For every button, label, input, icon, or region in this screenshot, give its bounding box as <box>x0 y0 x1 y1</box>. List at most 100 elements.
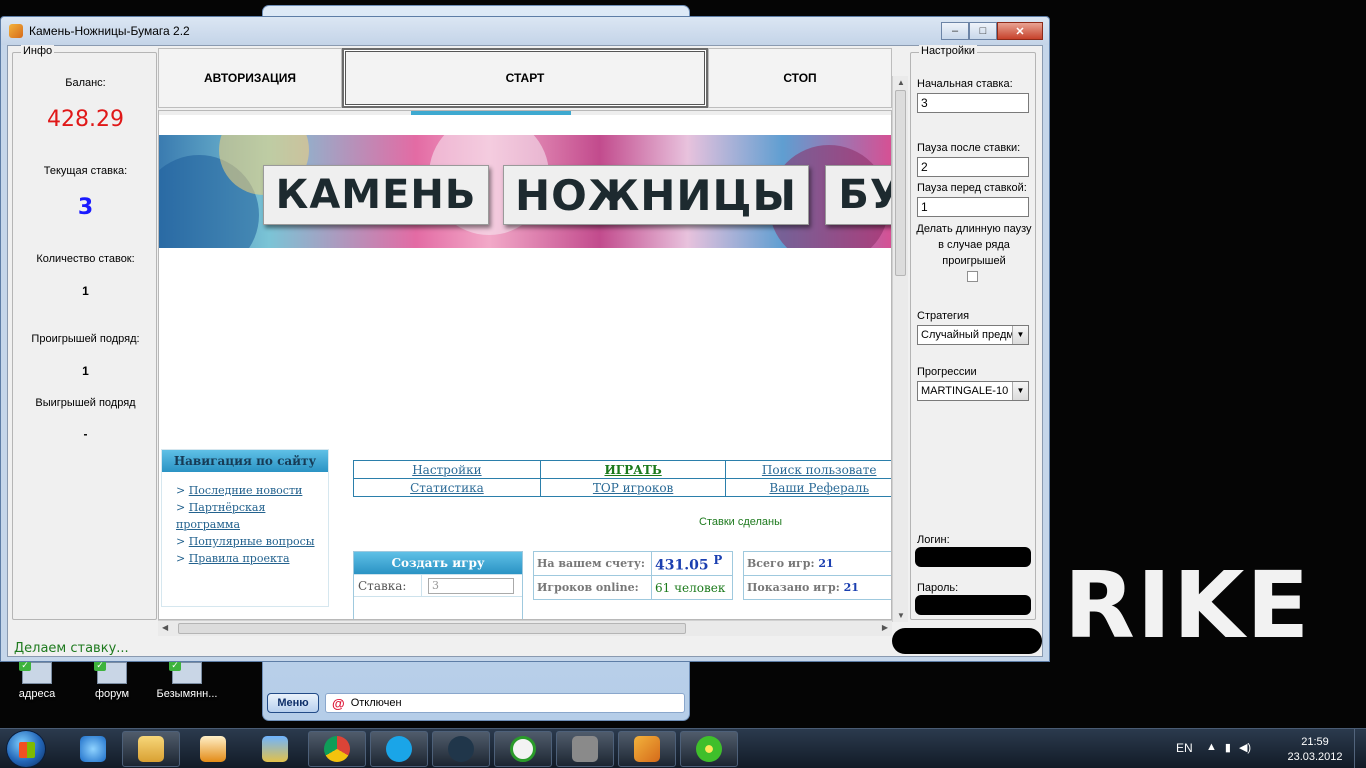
web-browser[interactable]: КАМЕНЬ НОЖНИЦЫ БУ Навигация по сайту > П… <box>158 110 892 620</box>
page-tabline <box>159 111 891 115</box>
nav-link-rules[interactable]: Правила проекта <box>189 552 290 565</box>
minimize-button[interactable]: – <box>941 22 969 40</box>
messenger-status-text: Отключен <box>350 697 402 709</box>
shown-games-cell: Показано игр: 21 <box>743 575 891 600</box>
clock[interactable]: 21:59 23.03.2012 <box>1280 735 1350 765</box>
online-players-value: 61 человек <box>651 575 733 600</box>
taskbar-paint[interactable] <box>246 731 304 767</box>
chrome-icon <box>324 736 350 762</box>
skype-icon <box>386 736 412 762</box>
nav-link-partner[interactable]: Партнёрская программа <box>176 501 265 531</box>
desktop-icon-untitled[interactable]: ✓ Безымянн... <box>152 659 222 700</box>
nav-link-faq[interactable]: Популярные вопросы <box>189 535 315 548</box>
taskbar-media[interactable] <box>184 731 242 767</box>
account-table: На вашем счету: 431.05 Р Игроков online:… <box>533 551 733 600</box>
menu-link-settings[interactable]: Настройки <box>412 463 481 477</box>
taskbar-icq[interactable] <box>680 731 738 767</box>
create-game-row: Ставка: 3 <box>354 574 522 597</box>
start-button[interactable]: СТАРТ <box>342 48 708 108</box>
scroll-down-icon[interactable]: ▼ <box>897 611 905 620</box>
windows-logo-icon <box>19 742 35 758</box>
taskbar-counter-strike[interactable] <box>556 731 614 767</box>
scroll-thumb[interactable] <box>895 90 906 276</box>
nav-item: > Популярные вопросы <box>176 535 315 548</box>
scroll-thumb[interactable] <box>178 623 686 634</box>
stop-button[interactable]: СТОП <box>708 48 892 108</box>
start-button[interactable] <box>6 730 46 768</box>
taskbar-explorer[interactable] <box>122 731 180 767</box>
internet-explorer-icon <box>80 736 106 762</box>
tray-up-arrow-icon[interactable]: ▲ <box>1206 741 1217 754</box>
progression-label: Прогрессии <box>917 366 977 378</box>
show-desktop-button[interactable] <box>1354 729 1366 768</box>
auth-button[interactable]: АВТОРИЗАЦИЯ <box>158 48 342 108</box>
initial-bet-input[interactable]: 3 <box>917 93 1029 113</box>
online-players-label: Игроков online: <box>533 575 652 600</box>
shown-games-value: 21 <box>843 581 859 594</box>
scroll-left-icon[interactable]: ◀ <box>162 623 168 632</box>
menu-cell: Статистика <box>353 478 541 497</box>
bets-done-text: Ставки сделаны <box>699 516 783 528</box>
taskbar-skype[interactable] <box>370 731 428 767</box>
win-streak-value: - <box>83 427 88 441</box>
pause-before-label: Пауза перед ставкой: <box>917 182 1027 194</box>
desktop-icon-addresses[interactable]: ✓ адреса <box>2 659 72 700</box>
messenger-menu-button[interactable]: Меню <box>267 693 319 713</box>
chevron-down-icon[interactable]: ▼ <box>1012 382 1028 400</box>
menu-link-referrals[interactable]: Ваши Рефераль <box>769 481 869 495</box>
redacted-area <box>892 628 1042 654</box>
messenger-status[interactable]: @ Отключен <box>325 693 685 713</box>
account-balance-cell: 431.05 Р <box>651 551 733 576</box>
tray-icons: ▲ ▮ ◀) <box>1206 741 1251 754</box>
language-indicator[interactable]: EN <box>1176 741 1193 755</box>
wallpaper-text: RIKE <box>1064 552 1312 659</box>
menu-link-top-players[interactable]: TOP игроков <box>593 481 673 495</box>
clock-date: 23.03.2012 <box>1287 751 1343 763</box>
network-icon[interactable]: ▮ <box>1225 741 1231 754</box>
menu-cell: Настройки <box>353 460 541 479</box>
vertical-scrollbar[interactable]: ▲ ▼ <box>892 76 908 622</box>
games-stat-table: Всего игр: 21 Показано игр: 21 <box>743 551 891 600</box>
title-bar[interactable]: Камень-Ножницы-Бумага 2.2 – □ ✕ <box>1 17 1049 45</box>
pause-before-input[interactable]: 1 <box>917 197 1029 217</box>
long-pause-checkbox[interactable] <box>967 271 978 282</box>
create-game-box: Создать игру Ставка: 3 <box>353 551 523 619</box>
taskbar-ie[interactable] <box>64 731 122 767</box>
horizontal-scrollbar[interactable]: ◀ ▶ <box>158 620 892 636</box>
create-bet-input[interactable]: 3 <box>428 577 514 594</box>
media-player-icon <box>200 736 226 762</box>
file-icon: ✓ <box>94 659 127 684</box>
scroll-right-icon[interactable]: ▶ <box>882 623 888 632</box>
mail-agent-icon <box>510 736 536 762</box>
password-input[interactable] <box>915 595 1031 615</box>
desktop-icon-forum[interactable]: ✓ форум <box>77 659 147 700</box>
taskbar-mail-agent[interactable] <box>494 731 552 767</box>
pause-after-input[interactable]: 2 <box>917 157 1029 177</box>
scroll-up-icon[interactable]: ▲ <box>897 78 905 87</box>
taskbar-rps-app[interactable] <box>618 731 676 767</box>
current-bet-value: 3 <box>77 195 94 220</box>
menu-cell: Поиск пользовате <box>725 460 891 479</box>
login-label: Логин: <box>917 534 950 546</box>
chevron-down-icon[interactable]: ▼ <box>1012 326 1028 344</box>
maximize-button[interactable]: □ <box>969 22 997 40</box>
site-menu-table: Настройки ИГРАТЬ Поиск пользовате Статис… <box>353 460 891 497</box>
login-input[interactable] <box>915 547 1031 567</box>
menu-link-statistics[interactable]: Статистика <box>410 481 484 495</box>
strategy-select[interactable]: Случайный предм ▼ <box>917 325 1029 345</box>
nav-link-news[interactable]: Последние новости <box>189 484 303 497</box>
nav-item: > Партнёрская программа <box>176 501 266 531</box>
menu-link-search-user[interactable]: Поиск пользовате <box>762 463 877 477</box>
taskbar: EN ▲ ▮ ◀) 21:59 23.03.2012 <box>0 728 1366 768</box>
site-banner: КАМЕНЬ НОЖНИЦЫ БУ <box>159 135 891 248</box>
volume-icon[interactable]: ◀) <box>1239 741 1251 754</box>
menu-cell: ИГРАТЬ <box>539 460 727 479</box>
menu-link-play[interactable]: ИГРАТЬ <box>604 463 661 477</box>
close-button[interactable]: ✕ <box>997 22 1043 40</box>
nav-item: > Правила проекта <box>176 552 290 565</box>
taskbar-steam[interactable] <box>432 731 490 767</box>
folder-icon <box>138 736 164 762</box>
progression-select[interactable]: MARTINGALE-10 ▼ <box>917 381 1029 401</box>
settings-group: Настройки Начальная ставка: 3 Пауза посл… <box>910 45 1036 620</box>
taskbar-chrome[interactable] <box>308 731 366 767</box>
